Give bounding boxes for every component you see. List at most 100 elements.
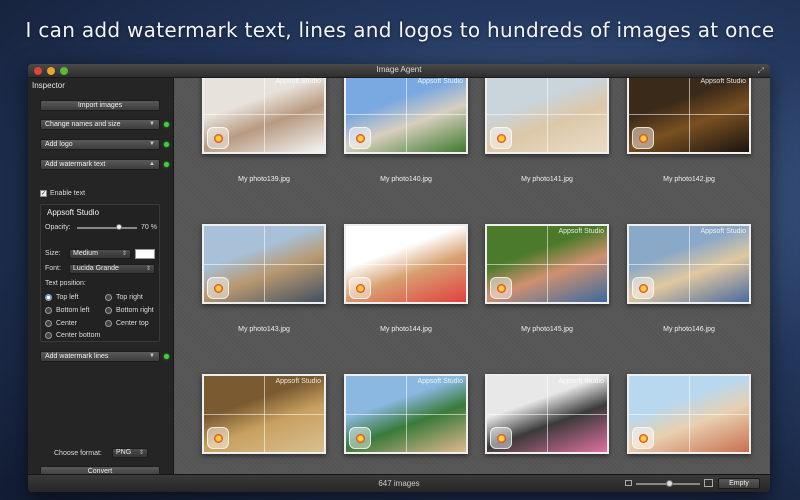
add-logo-button[interactable]: Add logo ▼ [40,139,160,150]
watermark-logo-icon [490,127,512,149]
position-top-right-radio[interactable] [105,294,112,301]
watermark-text: Appsoft Studio [275,378,321,385]
chevron-down-icon: ▼ [149,121,155,127]
position-bottom-left-label: Bottom left [56,307,90,314]
change-names-size-label: Change names and size [45,121,121,128]
text-color-swatch[interactable] [135,249,155,259]
opacity-label: Opacity: [45,224,71,231]
watermark-text: Appsoft Studio [700,228,746,235]
position-top-left-radio[interactable] [45,294,52,301]
watermark-line [689,226,690,302]
watermark-text: Appsoft Studio [275,78,321,85]
chevron-down-icon: ▼ [149,141,155,147]
enable-text-label: Enable text [50,190,86,197]
watermark-logo-icon [490,277,512,299]
title-bar: Image Agent ⤢ [28,64,770,78]
watermark-line [406,376,407,452]
thumbnail-caption: My photo146.jpg [663,326,715,333]
watermark-line [689,78,690,152]
thumbnail-caption: My photo140.jpg [380,176,432,183]
change-names-size-button[interactable]: Change names and size ▼ [40,119,160,130]
chevron-down-icon: ▼ [149,353,155,359]
watermark-logo-icon [349,427,371,449]
image-thumbnail[interactable]: Appsoft Studio [485,224,609,304]
image-thumbnail[interactable]: Appsoft Studio [627,224,751,304]
image-thumbnail[interactable]: Appsoft Studio [344,374,468,454]
format-select-value: PNG [116,449,132,456]
image-thumbnail[interactable]: Appsoft Studio [202,78,326,154]
image-thumbnail[interactable] [627,374,751,454]
position-center-label: Center [56,320,78,327]
thumbnail-size-slider-handle[interactable] [666,480,673,487]
image-thumbnail[interactable]: Appsoft Studio [202,374,326,454]
text-position-label: Text position: [45,280,86,287]
watermark-line [406,226,407,302]
size-select-value: Medium [73,250,98,257]
watermark-logo-icon [349,277,371,299]
format-select[interactable]: PNG ⇕ [112,448,148,458]
app-window: Image Agent ⤢ Inspector Import images Ch… [28,64,770,492]
position-bottom-right-radio[interactable] [105,307,112,314]
image-thumbnail[interactable] [202,224,326,304]
position-center-top-radio[interactable] [105,320,112,327]
enable-text-checkbox[interactable]: ✓ [40,190,47,197]
choose-format-label: Choose format: [54,450,102,457]
image-thumbnail[interactable] [485,78,609,154]
small-thumbnail-icon[interactable] [625,480,632,486]
position-center-top-label: Center top [116,320,149,327]
opacity-slider-handle[interactable] [116,224,122,230]
position-bottom-left-radio[interactable] [45,307,52,314]
thumbnail-caption: My photo145.jpg [521,326,573,333]
inspector-panel: Inspector Import images Change names and… [28,78,174,477]
position-top-right-label: Top right [116,294,143,301]
watermark-logo-icon [207,127,229,149]
watermark-logo-icon [207,277,229,299]
position-center-bottom-label: Center bottom [56,332,101,339]
thumbnail-caption: My photo141.jpg [521,176,573,183]
watermark-line [264,78,265,152]
thumbnail-caption: My photo139.jpg [238,176,290,183]
font-label: Font: [45,265,61,272]
import-images-button[interactable]: Import images [40,100,160,111]
position-center-bottom-radio[interactable] [45,332,52,339]
watermark-logo-icon [490,427,512,449]
status-led-icon [164,354,169,359]
watermark-text: Appsoft Studio [558,378,604,385]
watermark-logo-icon [207,427,229,449]
watermark-text: Appsoft Studio [700,78,746,85]
size-label: Size: [45,250,61,257]
large-thumbnail-icon[interactable] [704,479,713,487]
image-grid[interactable]: Appsoft Studio My photo139.jpg Appsoft Stu… [174,78,770,474]
empty-button[interactable]: Empty [718,478,760,489]
promo-headline: I can add watermark text, lines and logo… [25,18,775,42]
watermark-text-panel: Appsoft Studio Opacity: 70 % Size: Mediu… [40,204,160,342]
image-thumbnail[interactable]: Appsoft Studio [485,374,609,454]
watermark-logo-icon [632,427,654,449]
add-watermark-text-button[interactable]: Add watermark text ▲ [40,159,160,170]
updown-arrows-icon: ⇕ [145,266,151,272]
image-thumbnail[interactable]: Appsoft Studio [627,78,751,154]
watermark-line [547,78,548,152]
image-thumbnail[interactable] [344,224,468,304]
fullscreen-icon[interactable]: ⤢ [758,66,764,76]
add-watermark-text-label: Add watermark text [45,161,106,168]
add-watermark-lines-label: Add watermark lines [45,353,109,360]
watermark-line [689,376,690,452]
size-select[interactable]: Medium ⇕ [69,249,131,259]
status-bar: 647 images Empty [28,474,770,492]
add-watermark-lines-button[interactable]: Add watermark lines ▼ [40,351,160,362]
font-select[interactable]: Lucida Grande ⇕ [69,264,155,274]
thumbnail-caption: My photo143.jpg [238,326,290,333]
updown-arrows-icon: ⇕ [121,251,127,257]
watermark-logo-icon [349,127,371,149]
thumbnail-caption: My photo142.jpg [663,176,715,183]
watermark-text-value[interactable]: Appsoft Studio [47,208,99,217]
watermark-line [547,226,548,302]
font-select-value: Lucida Grande [73,265,119,272]
position-top-left-label: Top left [56,294,79,301]
watermark-line [406,78,407,152]
image-thumbnail[interactable]: Appsoft Studio [344,78,468,154]
watermark-text: Appsoft Studio [417,78,463,85]
position-center-radio[interactable] [45,320,52,327]
opacity-slider[interactable] [77,224,137,230]
